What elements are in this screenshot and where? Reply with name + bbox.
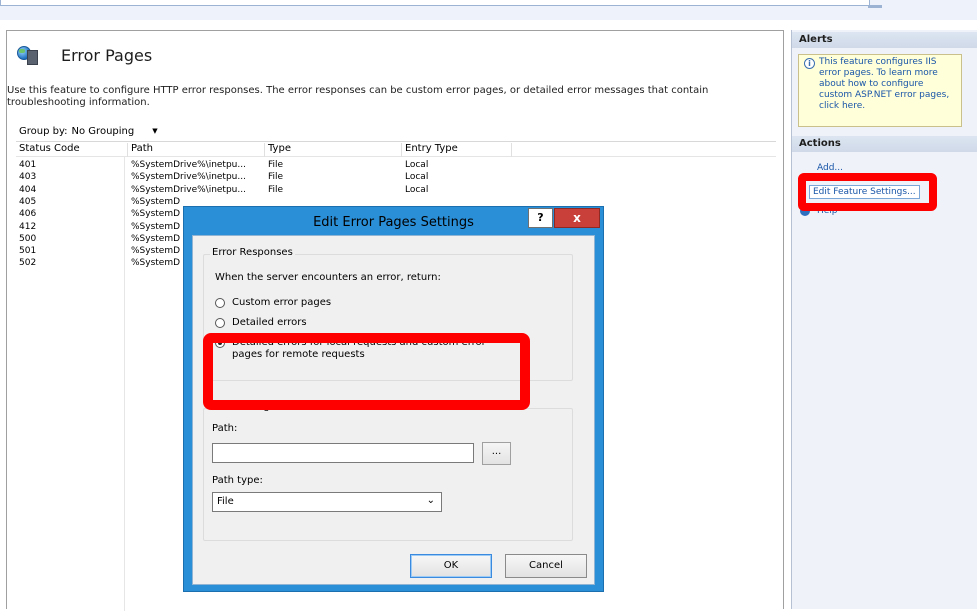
table-cell-path: %SystemDrive%\inetpu... — [131, 184, 246, 195]
dropdown-arrow-icon[interactable]: ▼ — [152, 127, 157, 135]
table-cell-status-code: 501 — [19, 246, 37, 257]
radio-custom-error-pages[interactable]: Custom error pages — [215, 297, 331, 308]
table-cell-path: %SystemDrive%\inetpu... — [131, 172, 246, 183]
group-by-label: Group by: — [19, 125, 68, 137]
table-cell-status-code: 412 — [19, 221, 37, 232]
table-row[interactable]: 401 %SystemDrive%\inetpu... File Local — [16, 160, 776, 171]
path-input[interactable] — [212, 443, 474, 463]
error-prompt-label: When the server encounters an error, ret… — [215, 272, 441, 283]
table-cell-status-code: 500 — [19, 233, 37, 244]
table-cell-entry-type: Local — [405, 160, 429, 170]
table-cell-type: File — [268, 172, 284, 183]
feature-description: Use this feature to configure HTTP error… — [7, 85, 709, 108]
dialog-body: Error Responses When the server encounte… — [192, 235, 595, 585]
table-cell-status-code: 401 — [19, 160, 37, 170]
group-by-value[interactable]: No Grouping — [72, 126, 135, 137]
table-cell-status-code: 406 — [19, 209, 37, 220]
column-header-entry-type[interactable]: Entry Type — [402, 143, 512, 157]
top-strip — [0, 0, 977, 20]
column-header-type[interactable]: Type — [265, 143, 402, 157]
table-cell-type: File — [268, 160, 284, 170]
alert-link[interactable]: This feature configures IIS error pages.… — [819, 57, 959, 112]
info-icon: i — [804, 58, 815, 69]
chevron-down-icon: ⌄ — [426, 495, 435, 506]
highlight-box — [203, 333, 530, 410]
error-responses-caption: Error Responses — [210, 247, 295, 258]
table-cell-path: %SystemD — [131, 246, 181, 257]
radio-detailed-errors[interactable]: Detailed errors — [215, 317, 307, 328]
table-cell-status-code: 403 — [19, 172, 37, 183]
list-header: Status Code Path Type Entry Type — [16, 142, 776, 157]
table-cell-status-code: 404 — [19, 184, 37, 195]
edit-error-pages-dialog: Edit Error Pages Settings ? x Error Resp… — [183, 206, 604, 592]
radio-label: Custom error pages — [232, 297, 332, 308]
browse-button[interactable]: ... — [482, 442, 511, 465]
group-by-bar: Group by: No Grouping ▼ — [17, 122, 774, 140]
table-cell-entry-type: Local — [405, 184, 429, 195]
help-button[interactable]: ? — [528, 208, 553, 228]
close-button[interactable]: x — [554, 208, 600, 228]
table-cell-status-code: 405 — [19, 196, 37, 207]
table-cell-path: %SystemD — [131, 258, 181, 269]
actions-header: Actions — [792, 136, 977, 152]
error-pages-icon — [17, 44, 39, 66]
table-cell-path: %SystemD — [131, 209, 181, 220]
radio-button[interactable] — [215, 318, 225, 328]
table-cell-status-code: 502 — [19, 258, 37, 269]
table-cell-path: %SystemD — [131, 196, 181, 207]
column-header-path[interactable]: Path — [128, 143, 265, 157]
table-row[interactable]: 404 %SystemDrive%\inetpu... File Local — [16, 185, 776, 196]
add-action-link[interactable]: Add... — [817, 163, 843, 173]
highlight-box — [798, 173, 937, 211]
page-title: Error Pages — [61, 45, 153, 65]
radio-label: Detailed errors — [232, 317, 307, 328]
radio-button[interactable] — [215, 298, 225, 308]
column-header-status-code[interactable]: Status Code — [16, 143, 128, 157]
table-cell-path: %SystemD — [131, 233, 181, 244]
table-row[interactable]: 403 %SystemDrive%\inetpu... File Local — [16, 172, 776, 183]
alert-box: i This feature configures IIS error page… — [798, 54, 962, 127]
alerts-header: Alerts — [792, 32, 977, 48]
path-type-value: File — [217, 496, 234, 507]
dialog-titlebar[interactable]: Edit Error Pages Settings ? x — [184, 207, 603, 235]
cancel-button[interactable]: Cancel — [505, 554, 587, 578]
address-box[interactable] — [0, 0, 870, 6]
path-type-select[interactable]: File ⌄ — [212, 492, 442, 512]
ok-button[interactable]: OK — [410, 554, 492, 578]
feature-header: Error Pages — [17, 43, 152, 67]
table-cell-path: %SystemDrive%\inetpu... — [131, 160, 246, 170]
actions-pane: Alerts i This feature configures IIS err… — [791, 30, 977, 609]
path-label: Path: — [212, 423, 238, 434]
address-box-edge — [868, 5, 882, 8]
path-type-label: Path type: — [212, 475, 263, 486]
table-cell-entry-type: Local — [405, 172, 429, 183]
table-cell-path: %SystemD — [131, 221, 181, 232]
table-cell-type: File — [268, 184, 284, 195]
